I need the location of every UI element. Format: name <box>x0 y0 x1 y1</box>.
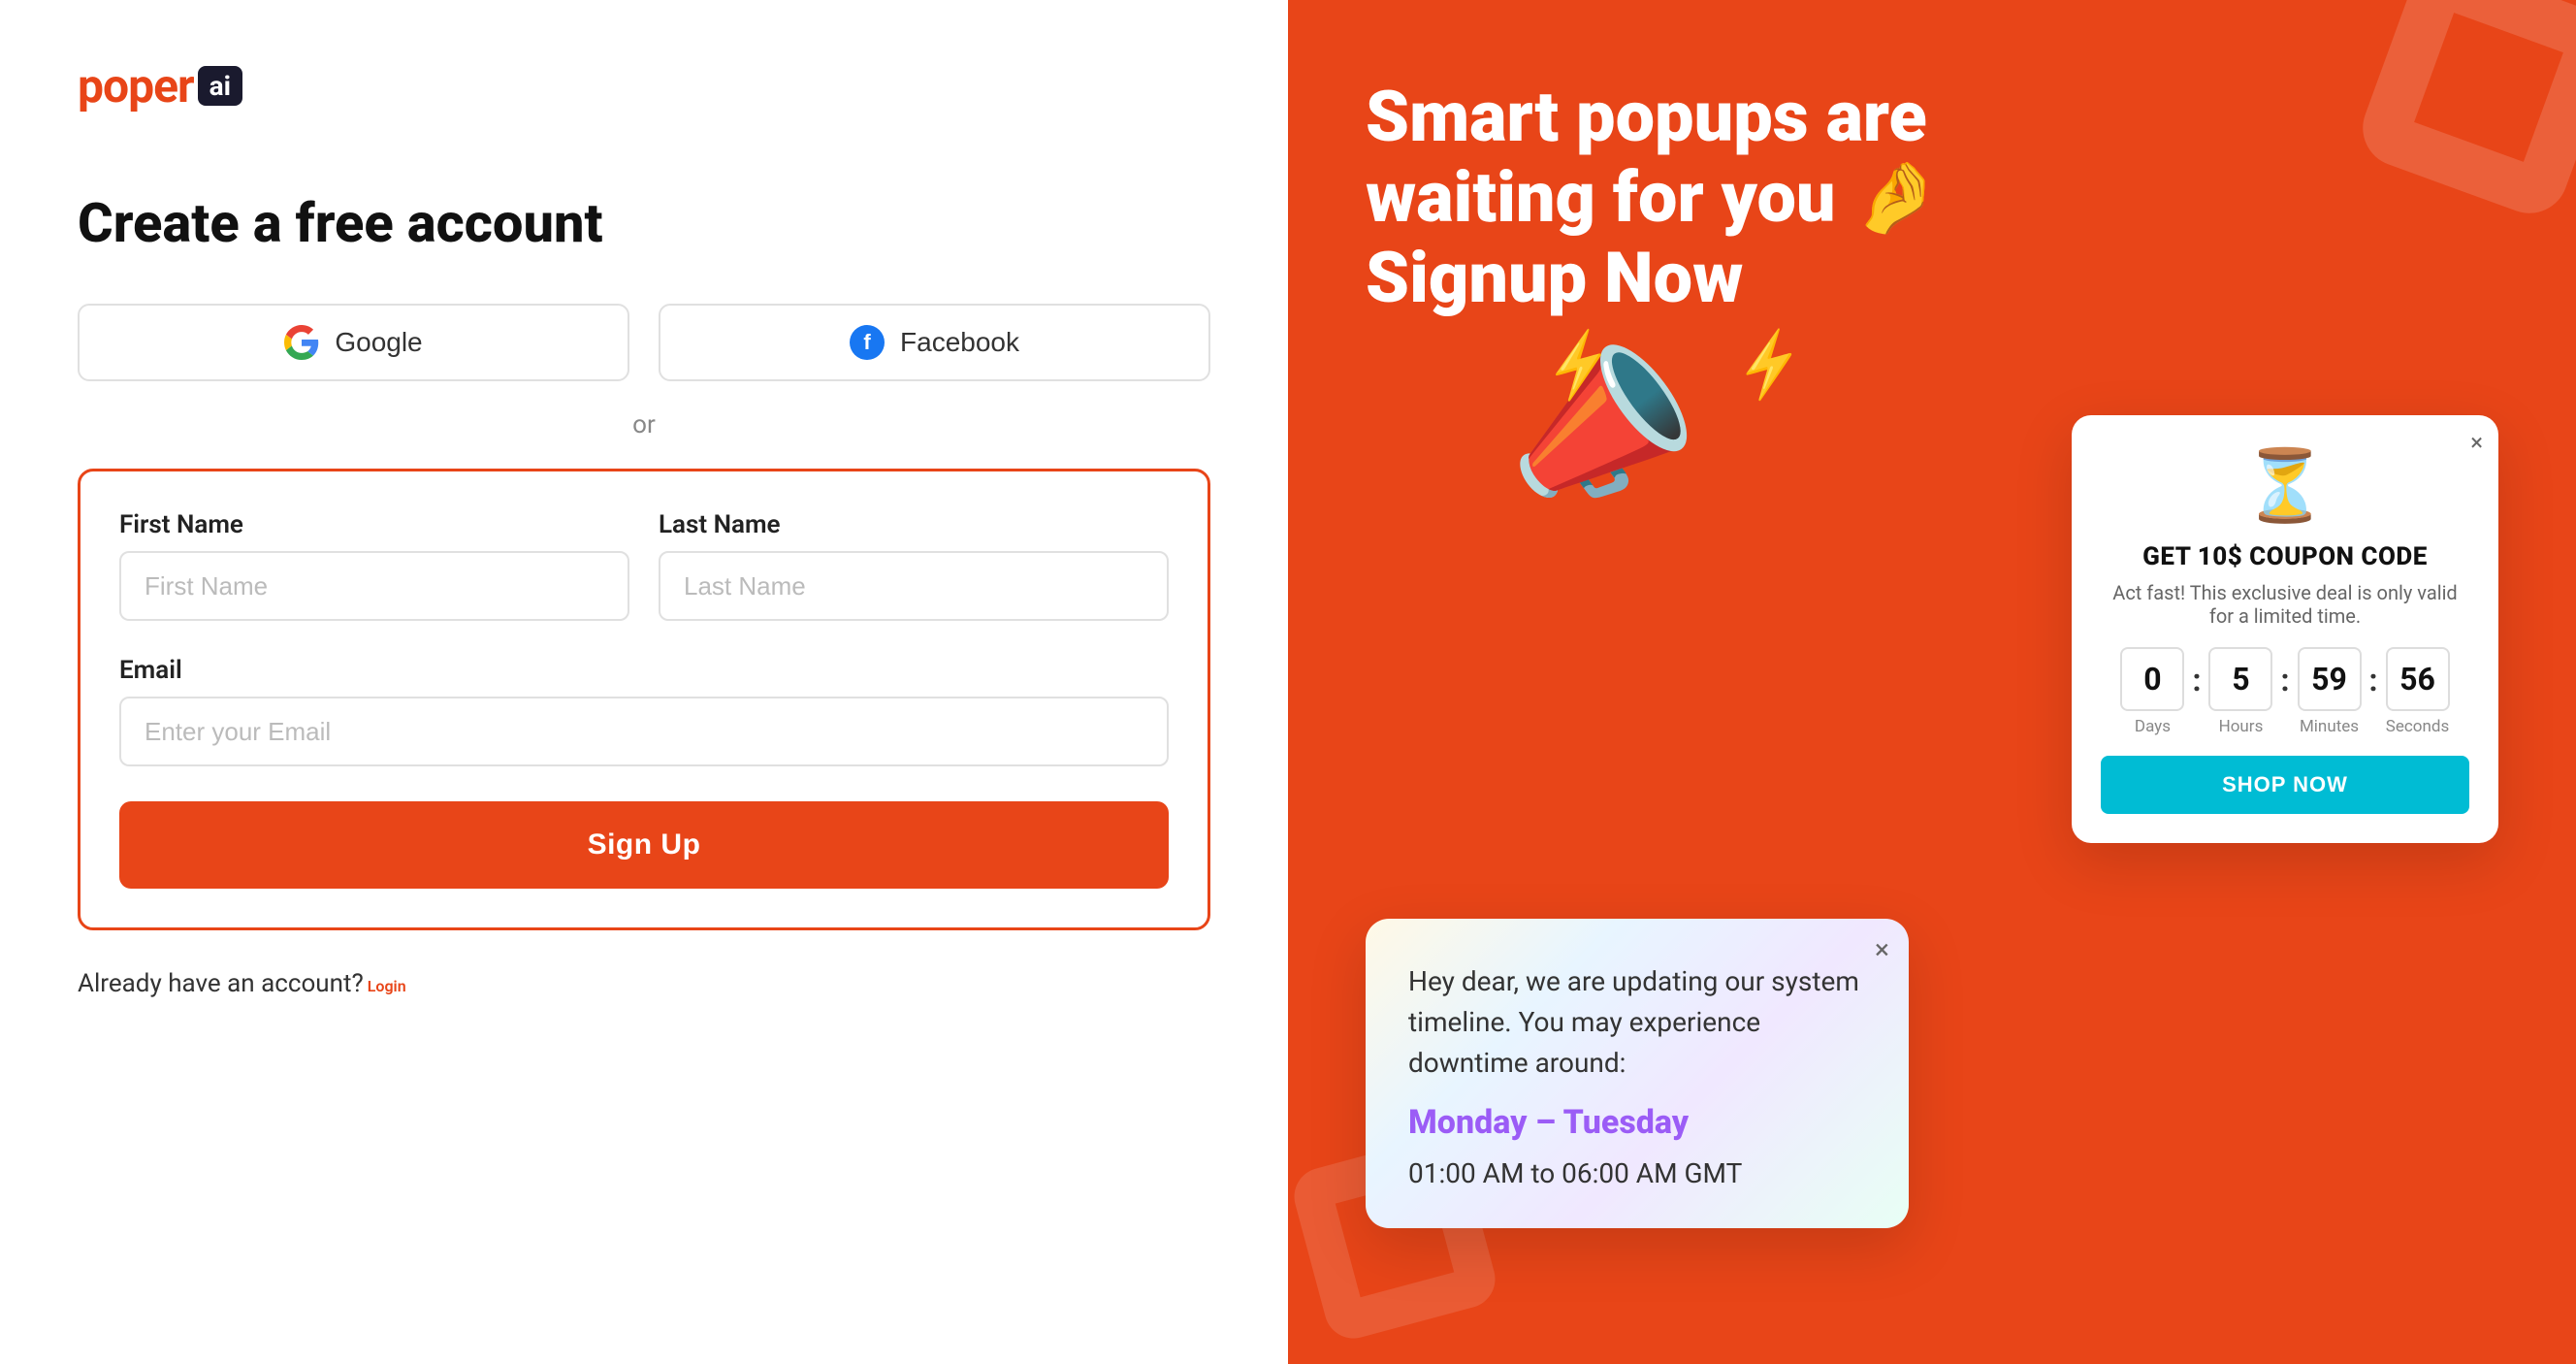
coupon-popup: × ⏳ GET 10$ COUPON CODE Act fast! This e… <box>2072 415 2498 843</box>
notification-day: Monday – Tuesday <box>1408 1103 1866 1142</box>
countdown-days: 0 Days <box>2120 647 2184 736</box>
last-name-label: Last Name <box>659 510 1169 539</box>
email-input[interactable] <box>119 697 1169 766</box>
countdown-sep-1: : <box>2192 662 2201 698</box>
countdown-timer: 0 Days : 5 Hours : 59 Minutes : 56 Secon… <box>2101 647 2469 736</box>
coupon-close-button[interactable]: × <box>2470 429 2483 456</box>
notification-body: Hey dear, we are updating our system tim… <box>1408 961 1866 1084</box>
shop-now-button[interactable]: SHOP NOW <box>2101 756 2469 814</box>
google-button[interactable]: Google <box>78 304 629 381</box>
signup-form: First Name Last Name Email Sign Up <box>78 469 1210 930</box>
notification-close-button[interactable]: × <box>1875 936 1889 963</box>
notification-popup: × Hey dear, we are updating our system t… <box>1366 919 1909 1228</box>
countdown-days-label: Days <box>2135 717 2171 736</box>
divider: or <box>78 410 1210 439</box>
countdown-sep-2: : <box>2280 662 2289 698</box>
signup-button[interactable]: Sign Up <box>119 801 1169 889</box>
countdown-minutes-label: Minutes <box>2300 717 2359 736</box>
left-panel: poper ai Create a free account Google f … <box>0 0 1288 1364</box>
countdown-minutes-value: 59 <box>2298 647 2362 711</box>
right-panel: Smart popups arewaiting for you 🤌Signup … <box>1288 0 2576 1364</box>
last-name-input[interactable] <box>659 551 1169 621</box>
facebook-icon: f <box>850 325 885 360</box>
countdown-seconds-value: 56 <box>2386 647 2450 711</box>
megaphone-illustration: 📣 ⚡ ⚡ <box>1481 316 1715 541</box>
coupon-subtitle: Act fast! This exclusive deal is only va… <box>2101 581 2469 628</box>
right-title: Smart popups arewaiting for you 🤌Signup … <box>1366 78 2498 318</box>
google-icon <box>284 325 319 360</box>
first-name-group: First Name <box>119 510 629 621</box>
first-name-label: First Name <box>119 510 629 539</box>
countdown-seconds: 56 Seconds <box>2386 647 2450 736</box>
page-title: Create a free account <box>78 191 1210 255</box>
shop-btn-label: SHOP NOW <box>2222 772 2348 796</box>
lightning-icon-2: ⚡ <box>1725 322 1814 407</box>
social-buttons: Google f Facebook <box>78 304 1210 381</box>
coupon-title: GET 10$ COUPON CODE <box>2101 542 2469 571</box>
logo-badge: ai <box>198 66 242 106</box>
email-group: Email <box>119 656 1169 766</box>
login-prompt-text: Already have an account? <box>78 969 364 998</box>
signup-btn-label: Sign Up <box>588 828 701 861</box>
countdown-hours: 5 Hours <box>2208 647 2272 736</box>
countdown-seconds-label: Seconds <box>2386 717 2449 736</box>
logo-text: poper <box>78 58 194 114</box>
notification-time: 01:00 AM to 06:00 AM GMT <box>1408 1157 1866 1189</box>
email-label: Email <box>119 656 1169 685</box>
lightning-icon-1: ⚡ <box>1535 323 1624 408</box>
logo: poper ai <box>78 58 1210 114</box>
first-name-input[interactable] <box>119 551 629 621</box>
facebook-button[interactable]: f Facebook <box>659 304 1210 381</box>
login-prompt: Already have an account? Login <box>78 969 1210 998</box>
google-btn-label: Google <box>335 327 422 358</box>
last-name-group: Last Name <box>659 510 1169 621</box>
login-link[interactable]: Login <box>368 977 406 995</box>
name-row: First Name Last Name <box>119 510 1169 621</box>
countdown-sep-3: : <box>2369 662 2378 698</box>
popups-area: 📣 ⚡ ⚡ × Hey dear, we are updating our sy… <box>1366 376 2498 1286</box>
countdown-days-value: 0 <box>2120 647 2184 711</box>
countdown-hours-label: Hours <box>2219 717 2264 736</box>
coupon-hourglass-icon: ⏳ <box>2101 444 2469 527</box>
countdown-minutes: 59 Minutes <box>2298 647 2362 736</box>
countdown-hours-value: 5 <box>2208 647 2272 711</box>
facebook-btn-label: Facebook <box>900 327 1019 358</box>
